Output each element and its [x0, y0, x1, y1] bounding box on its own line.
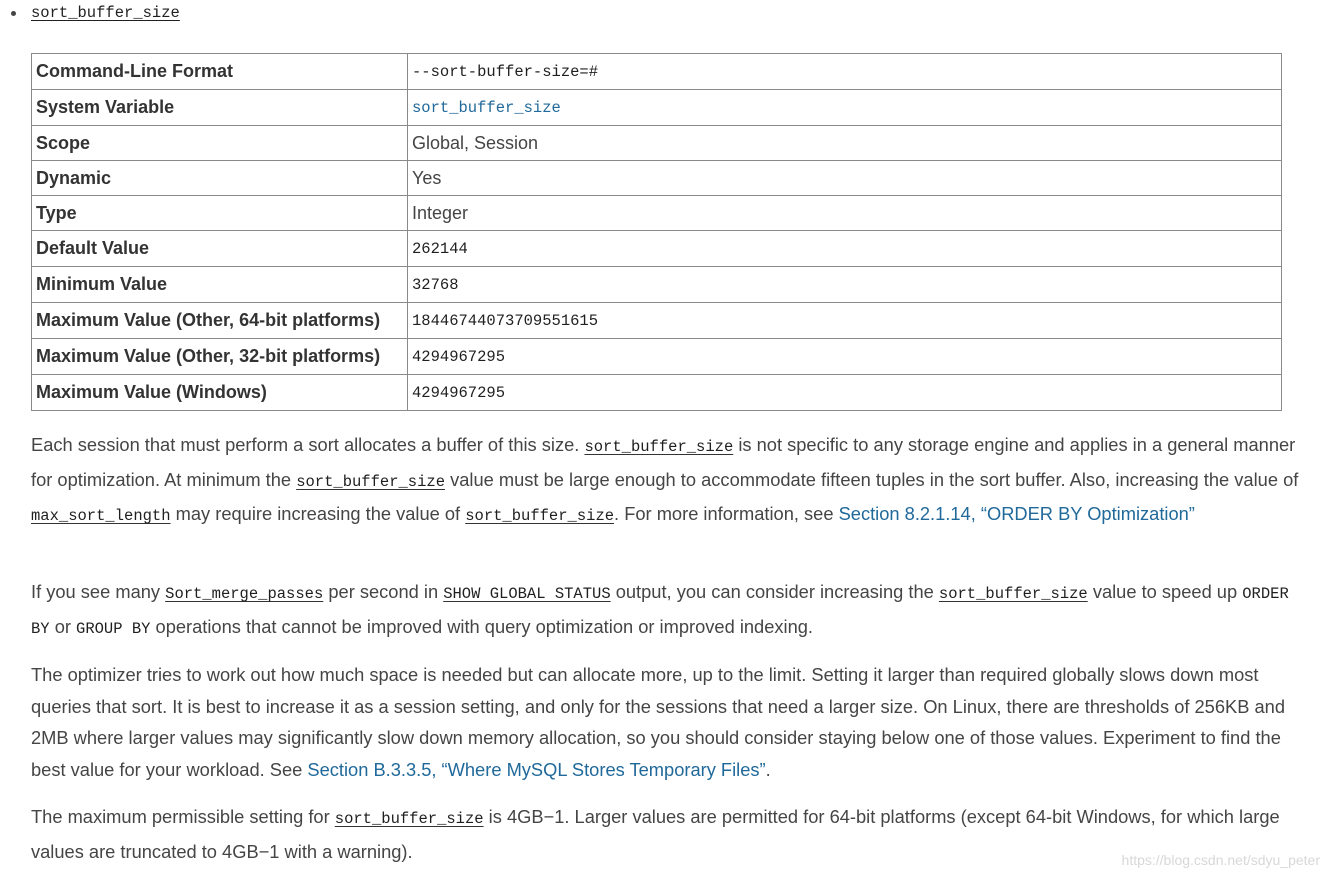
table-row: Maximum Value (Windows) 4294967295 [31, 374, 1282, 411]
text: output, you can consider increasing the [610, 581, 939, 602]
row-key: Command-Line Format [31, 53, 408, 90]
table-row: Default Value 262144 [31, 230, 1282, 267]
text: . [765, 758, 771, 780]
text: Each session that must perform a sort al… [31, 434, 585, 455]
row-value: 262144 [407, 230, 1282, 267]
text: value to speed up [1087, 581, 1243, 602]
code-link[interactable]: max_sort_length [31, 507, 171, 525]
row-value: Global, Session [407, 125, 1282, 161]
text: or [49, 615, 77, 637]
code-link[interactable]: sort_buffer_size [939, 585, 1088, 603]
row-key: System Variable [31, 89, 408, 126]
paragraph-description: Each session that must perform a sort al… [31, 429, 1316, 533]
bullet-dot [11, 10, 16, 16]
watermark: https://blog.csdn.net/sdyu_peter [1121, 852, 1320, 868]
code-link[interactable]: sort_buffer_size [335, 810, 484, 828]
table-row: Dynamic Yes [31, 160, 1282, 196]
system-variable-link[interactable]: sort_buffer_size [407, 89, 1282, 126]
row-value: Integer [407, 195, 1282, 231]
code-link[interactable]: sort_buffer_size [465, 507, 614, 525]
code-text: GROUP BY [76, 619, 151, 638]
row-key: Maximum Value (Other, 64-bit platforms) [31, 302, 408, 339]
code-link[interactable]: sort_buffer_size [296, 473, 445, 491]
text: The maximum permissible setting for [31, 806, 335, 827]
row-key: Minimum Value [31, 266, 408, 303]
table-row: Maximum Value (Other, 64-bit platforms) … [31, 302, 1282, 339]
row-key: Default Value [31, 230, 408, 267]
code-link[interactable]: SHOW GLOBAL STATUS [443, 585, 610, 603]
row-value: 32768 [407, 266, 1282, 303]
bullet-item: sort_buffer_size [11, 2, 180, 24]
table-row: System Variable sort_buffer_size [31, 89, 1282, 126]
code-link[interactable]: sort_buffer_size [584, 438, 733, 456]
row-value: Yes [407, 160, 1282, 196]
table-row: Command-Line Format --sort-buffer-size=# [31, 53, 1282, 90]
row-key: Scope [31, 125, 408, 161]
table-row: Minimum Value 32768 [31, 266, 1282, 303]
row-key: Dynamic [31, 160, 408, 196]
section-link-temporary-files[interactable]: Section B.3.3.5, “Where MySQL Stores Tem… [307, 759, 765, 780]
paragraph-merge-passes: If you see many Sort_merge_passes per se… [31, 576, 1316, 645]
text: value must be large enough to accommodat… [445, 468, 1299, 490]
paragraph-optimizer: The optimizer tries to work out how much… [31, 659, 1316, 785]
table-row: Maximum Value (Other, 32-bit platforms) … [31, 338, 1282, 375]
row-value: 4294967295 [407, 338, 1282, 375]
code-link[interactable]: Sort_merge_passes [165, 585, 323, 603]
row-value: 18446744073709551615 [407, 302, 1282, 339]
row-key: Maximum Value (Windows) [31, 374, 408, 411]
row-value: --sort-buffer-size=# [407, 53, 1282, 90]
section-link-order-by-optimization[interactable]: Section 8.2.1.14, “ORDER BY Optimization… [839, 503, 1195, 524]
text: . For more information, see [614, 503, 839, 524]
row-value: 4294967295 [407, 374, 1282, 411]
text: per second in [323, 581, 444, 602]
text: If you see many [31, 581, 166, 602]
row-key: Type [31, 195, 408, 231]
table-row: Scope Global, Session [31, 125, 1282, 161]
variable-info-table: Command-Line Format --sort-buffer-size=#… [31, 53, 1282, 411]
row-key: Maximum Value (Other, 32-bit platforms) [31, 338, 408, 375]
text: operations that cannot be improved with … [150, 615, 814, 637]
text: may require increasing the value of [170, 503, 466, 524]
variable-anchor-link[interactable]: sort_buffer_size [31, 4, 180, 22]
table-row: Type Integer [31, 195, 1282, 231]
